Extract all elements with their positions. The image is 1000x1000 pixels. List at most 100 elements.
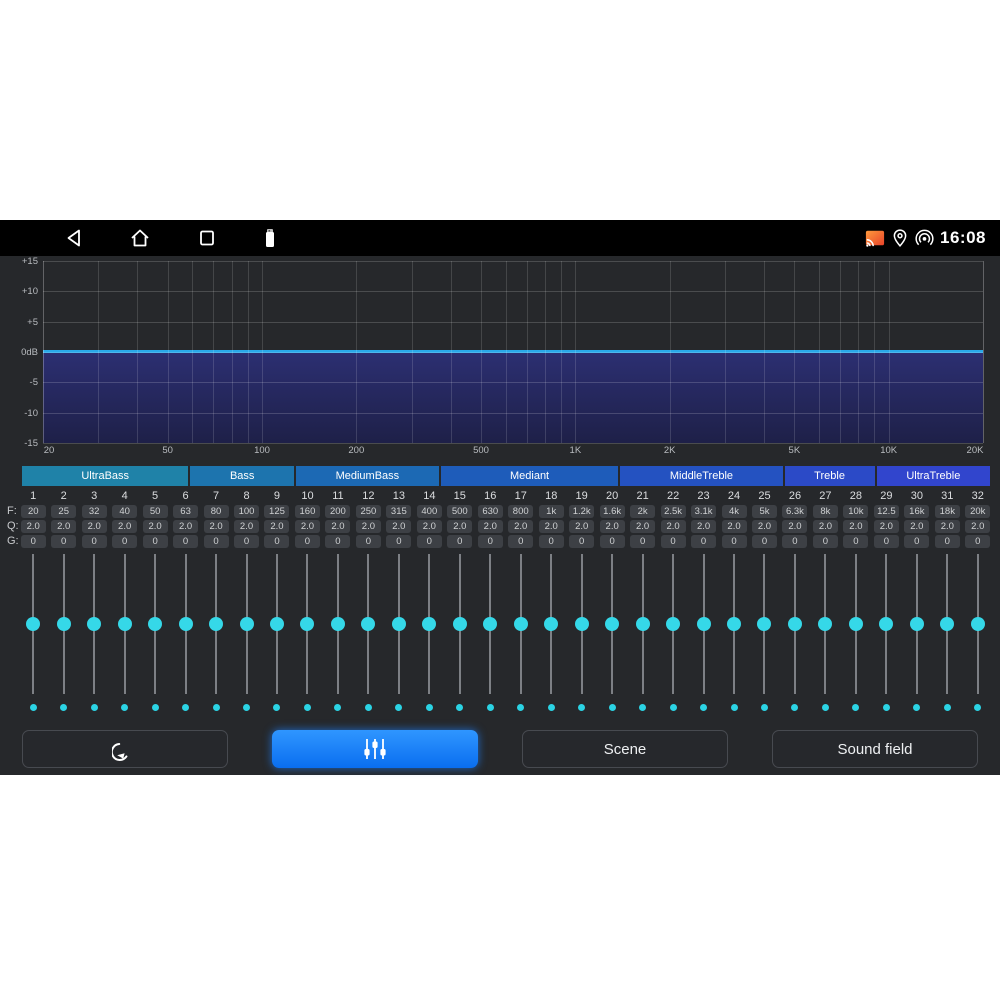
- channel-dot[interactable]: [761, 704, 768, 711]
- gain-slider[interactable]: [726, 554, 742, 694]
- channel-dot[interactable]: [578, 704, 585, 711]
- slider-knob[interactable]: [392, 617, 406, 631]
- slider-knob[interactable]: [270, 617, 284, 631]
- slider-knob[interactable]: [575, 617, 589, 631]
- slider-knob[interactable]: [971, 617, 985, 631]
- channel-dot[interactable]: [913, 704, 920, 711]
- slider-knob[interactable]: [453, 617, 467, 631]
- slider-knob[interactable]: [757, 617, 771, 631]
- gain-slider[interactable]: [178, 554, 194, 694]
- gain-slider[interactable]: [909, 554, 925, 694]
- slider-knob[interactable]: [605, 617, 619, 631]
- gain-slider[interactable]: [147, 554, 163, 694]
- channel-dot[interactable]: [670, 704, 677, 711]
- gain-slider[interactable]: [665, 554, 681, 694]
- slider-knob[interactable]: [514, 617, 528, 631]
- channel-dot[interactable]: [121, 704, 128, 711]
- channel-dot[interactable]: [700, 704, 707, 711]
- gain-slider[interactable]: [269, 554, 285, 694]
- eq-tab-button[interactable]: [272, 730, 478, 768]
- gain-slider[interactable]: [604, 554, 620, 694]
- channel-dot[interactable]: [974, 704, 981, 711]
- slider-knob[interactable]: [849, 617, 863, 631]
- slider-knob[interactable]: [209, 617, 223, 631]
- slider-knob[interactable]: [544, 617, 558, 631]
- channel-dot[interactable]: [30, 704, 37, 711]
- gain-slider[interactable]: [696, 554, 712, 694]
- channel-dot[interactable]: [243, 704, 250, 711]
- gain-slider[interactable]: [25, 554, 41, 694]
- channel-dot[interactable]: [182, 704, 189, 711]
- gain-slider[interactable]: [939, 554, 955, 694]
- channel-dot[interactable]: [213, 704, 220, 711]
- gain-slider[interactable]: [452, 554, 468, 694]
- gain-slider[interactable]: [574, 554, 590, 694]
- slider-knob[interactable]: [422, 617, 436, 631]
- channel-dot[interactable]: [822, 704, 829, 711]
- slider-knob[interactable]: [940, 617, 954, 631]
- gain-slider[interactable]: [817, 554, 833, 694]
- slider-knob[interactable]: [26, 617, 40, 631]
- channel-dot[interactable]: [456, 704, 463, 711]
- slider-knob[interactable]: [361, 617, 375, 631]
- gain-slider[interactable]: [391, 554, 407, 694]
- slider-knob[interactable]: [57, 617, 71, 631]
- slider-knob[interactable]: [910, 617, 924, 631]
- scene-button[interactable]: Scene: [522, 730, 728, 768]
- gain-slider[interactable]: [635, 554, 651, 694]
- gain-slider[interactable]: [756, 554, 772, 694]
- slider-knob[interactable]: [483, 617, 497, 631]
- slider-knob[interactable]: [818, 617, 832, 631]
- channel-dot[interactable]: [426, 704, 433, 711]
- gain-slider[interactable]: [299, 554, 315, 694]
- gain-slider[interactable]: [513, 554, 529, 694]
- channel-dot[interactable]: [304, 704, 311, 711]
- reset-button[interactable]: [22, 730, 228, 768]
- channel-dot[interactable]: [944, 704, 951, 711]
- slider-knob[interactable]: [697, 617, 711, 631]
- recents-icon[interactable]: [195, 226, 219, 250]
- gain-slider[interactable]: [239, 554, 255, 694]
- gain-slider[interactable]: [848, 554, 864, 694]
- slider-knob[interactable]: [87, 617, 101, 631]
- channel-dot[interactable]: [152, 704, 159, 711]
- channel-dot[interactable]: [517, 704, 524, 711]
- channel-dot[interactable]: [273, 704, 280, 711]
- slider-knob[interactable]: [179, 617, 193, 631]
- slider-knob[interactable]: [118, 617, 132, 631]
- gain-slider[interactable]: [421, 554, 437, 694]
- slider-knob[interactable]: [788, 617, 802, 631]
- slider-knob[interactable]: [666, 617, 680, 631]
- channel-dot[interactable]: [395, 704, 402, 711]
- gain-slider[interactable]: [86, 554, 102, 694]
- gain-slider[interactable]: [56, 554, 72, 694]
- gain-slider[interactable]: [360, 554, 376, 694]
- slider-knob[interactable]: [636, 617, 650, 631]
- slider-knob[interactable]: [300, 617, 314, 631]
- back-icon[interactable]: [62, 226, 86, 250]
- gain-slider[interactable]: [482, 554, 498, 694]
- channel-dot[interactable]: [548, 704, 555, 711]
- gain-slider[interactable]: [117, 554, 133, 694]
- gain-slider[interactable]: [787, 554, 803, 694]
- channel-dot[interactable]: [91, 704, 98, 711]
- channel-dot[interactable]: [731, 704, 738, 711]
- channel-dot[interactable]: [639, 704, 646, 711]
- sound-field-button[interactable]: Sound field: [772, 730, 978, 768]
- channel-dot[interactable]: [334, 704, 341, 711]
- channel-dot[interactable]: [487, 704, 494, 711]
- slider-knob[interactable]: [240, 617, 254, 631]
- slider-knob[interactable]: [331, 617, 345, 631]
- channel-dot[interactable]: [609, 704, 616, 711]
- channel-dot[interactable]: [791, 704, 798, 711]
- channel-dot[interactable]: [365, 704, 372, 711]
- slider-knob[interactable]: [148, 617, 162, 631]
- gain-slider[interactable]: [330, 554, 346, 694]
- channel-dot[interactable]: [60, 704, 67, 711]
- home-icon[interactable]: [128, 226, 152, 250]
- slider-knob[interactable]: [727, 617, 741, 631]
- gain-slider[interactable]: [208, 554, 224, 694]
- gain-slider[interactable]: [970, 554, 986, 694]
- channel-dot[interactable]: [852, 704, 859, 711]
- gain-slider[interactable]: [543, 554, 559, 694]
